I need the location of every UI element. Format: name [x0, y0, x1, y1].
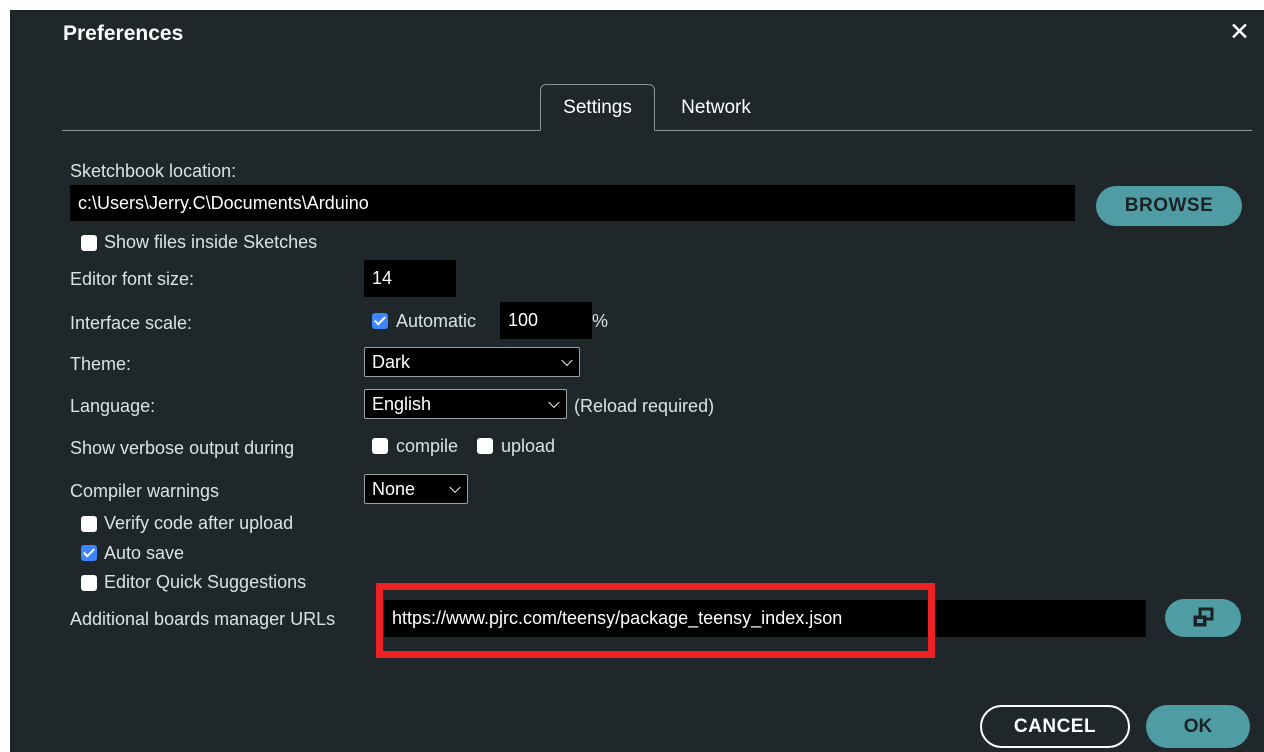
verbose-compile-label: compile — [396, 436, 459, 456]
interface-scale-label: Interface scale: — [70, 313, 193, 333]
tab-network[interactable]: Network — [666, 84, 766, 131]
chevron-down-icon — [548, 396, 560, 409]
browse-button[interactable]: BROWSE — [1096, 186, 1242, 226]
preferences-dialog: Preferences ✕ Settings Network Sketchboo… — [10, 10, 1264, 752]
compiler-warnings-select[interactable]: None — [364, 474, 468, 504]
language-note: (Reload required) — [574, 396, 715, 416]
verify-code-label: Verify code after upload — [104, 513, 294, 533]
verbose-compile-checkbox[interactable] — [372, 438, 388, 454]
verbose-upload-label: upload — [501, 436, 556, 456]
ok-button[interactable]: OK — [1146, 705, 1250, 748]
sketchbook-label: Sketchbook location: — [70, 161, 237, 181]
tab-settings[interactable]: Settings — [540, 84, 655, 131]
sketchbook-location-input[interactable]: c:\Users\Jerry.C\Documents\Arduino — [70, 185, 1075, 221]
open-window-icon — [1193, 607, 1214, 627]
auto-save-label: Auto save — [104, 543, 185, 563]
cancel-button[interactable]: CANCEL — [980, 705, 1130, 748]
open-window-button[interactable] — [1165, 599, 1241, 637]
font-size-input[interactable]: 14 — [364, 260, 456, 297]
close-icon[interactable]: ✕ — [1229, 18, 1250, 46]
theme-label: Theme: — [70, 354, 132, 374]
verbose-output-label: Show verbose output during — [70, 438, 295, 458]
chevron-down-icon — [449, 481, 461, 494]
theme-select[interactable]: Dark — [364, 347, 580, 377]
compiler-warnings-value: None — [372, 478, 416, 499]
show-files-label: Show files inside Sketches — [104, 232, 318, 252]
interface-scale-input[interactable]: 100 — [500, 302, 592, 339]
language-label: Language: — [70, 396, 156, 416]
chevron-down-icon — [561, 354, 573, 367]
font-size-label: Editor font size: — [70, 269, 195, 289]
verbose-upload-checkbox[interactable] — [477, 438, 493, 454]
automatic-scale-checkbox[interactable] — [372, 313, 388, 329]
boards-urls-label: Additional boards manager URLs — [70, 609, 336, 629]
auto-save-checkbox[interactable] — [81, 545, 97, 561]
dialog-title: Preferences — [63, 22, 184, 45]
quick-suggestions-label: Editor Quick Suggestions — [104, 572, 307, 592]
quick-suggestions-checkbox[interactable] — [81, 575, 97, 591]
theme-select-value: Dark — [372, 351, 411, 372]
scale-unit-label: % — [592, 311, 609, 331]
automatic-scale-label: Automatic — [396, 311, 477, 331]
language-select-value: English — [372, 393, 432, 414]
tab-divider — [62, 130, 1252, 131]
compiler-warnings-label: Compiler warnings — [70, 481, 220, 501]
verify-code-checkbox[interactable] — [81, 516, 97, 532]
show-files-checkbox[interactable] — [81, 235, 97, 251]
highlight-annotation-box — [376, 583, 935, 658]
language-select[interactable]: English — [364, 389, 567, 419]
